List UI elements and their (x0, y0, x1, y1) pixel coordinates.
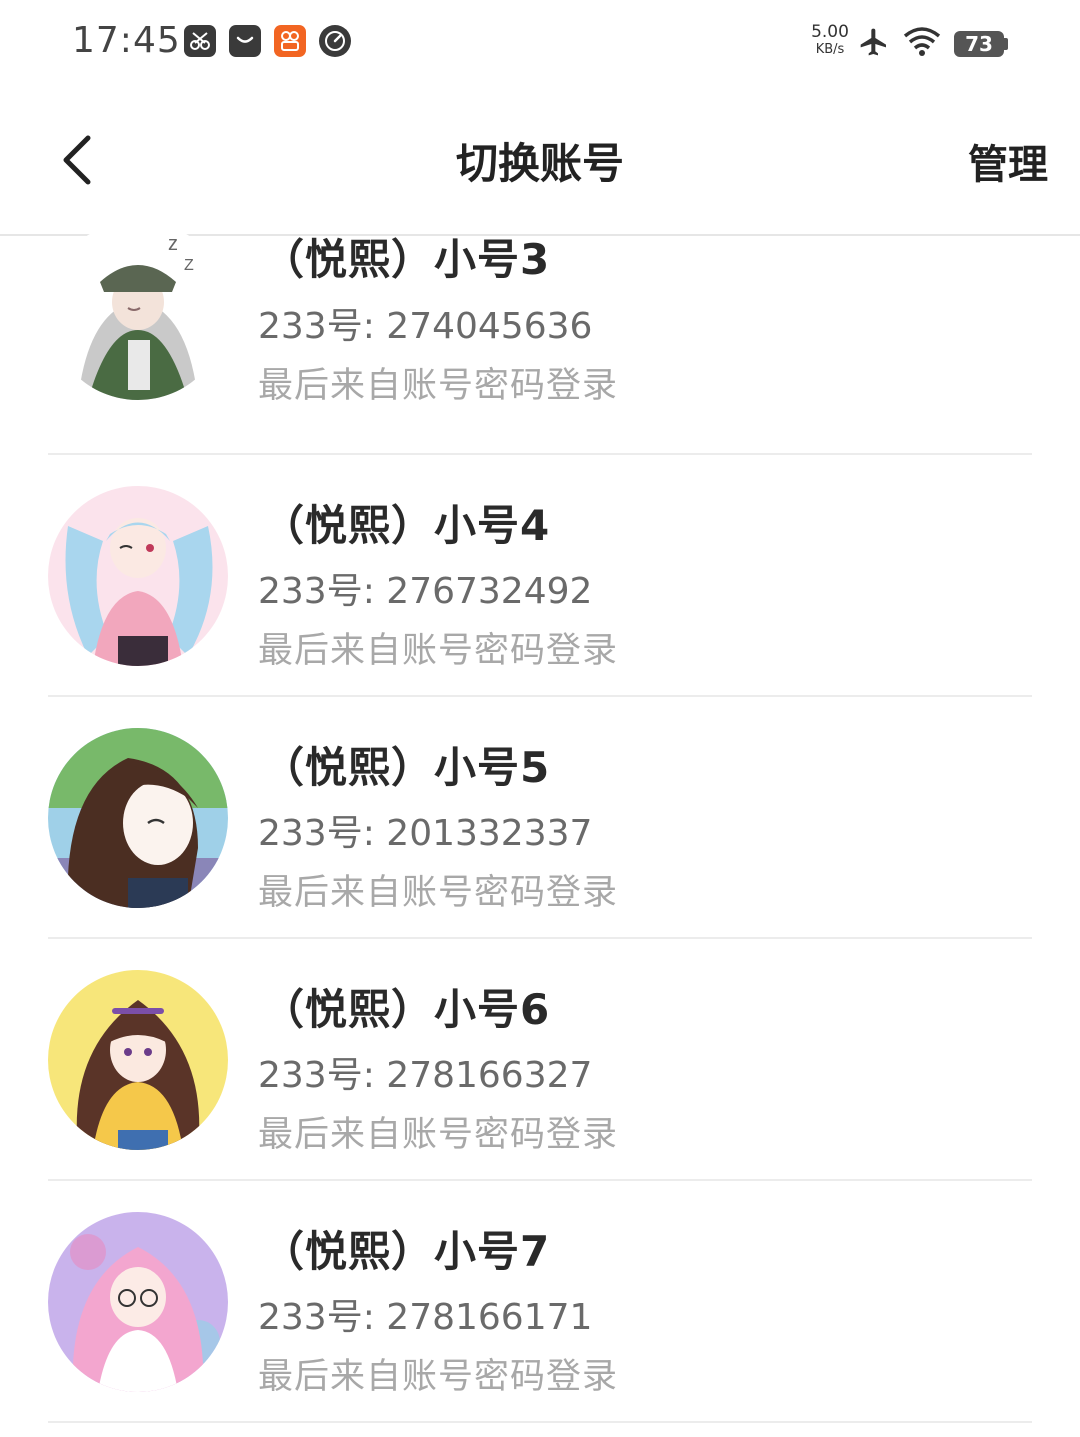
avatar: z Z (48, 220, 228, 400)
avatar (48, 728, 228, 908)
airplane-mode-icon (858, 26, 890, 62)
account-id: 233号: 276732492 (258, 571, 593, 612)
wifi-icon (902, 26, 942, 62)
account-item[interactable]: （悦熙）小号6 233号: 278166327 最后来自账号密码登录 (0, 939, 1080, 1181)
account-name: （悦熙）小号6 (262, 985, 551, 1034)
account-name: （悦熙）小号5 (262, 743, 551, 792)
avatar (48, 970, 228, 1150)
gauge-app-icon (319, 25, 351, 57)
login-method: 最后来自账号密码登录 (258, 1115, 619, 1155)
scissors-app-icon (184, 25, 216, 57)
login-method: 最后来自账号密码登录 (258, 1357, 619, 1397)
svg-text:Z: Z (184, 257, 194, 274)
account-item[interactable]: （悦熙）小号7 233号: 278166171 最后来自账号密码登录 (0, 1181, 1080, 1423)
avatar (48, 486, 228, 666)
account-id: 233号: 278166171 (258, 1297, 593, 1338)
account-item[interactable]: （悦熙）小号5 233号: 201332337 最后来自账号密码登录 (0, 697, 1080, 939)
status-bar: 17:45 5.00 KB/s 73 (0, 0, 1080, 90)
account-name: （悦熙）小号7 (262, 1227, 551, 1276)
account-id: 233号: 278166327 (258, 1055, 593, 1096)
battery-cap (1004, 38, 1008, 50)
divider (48, 1421, 1032, 1423)
account-id: 233号: 274045636 (258, 306, 593, 347)
battery-icon: 73 (954, 31, 1004, 57)
bag-app-icon (229, 25, 261, 57)
login-method: 最后来自账号密码登录 (258, 873, 619, 913)
network-speed: 5.00 KB/s (811, 22, 849, 57)
login-method: 最后来自账号密码登录 (258, 366, 619, 406)
page-title: 切换账号 (455, 139, 624, 188)
account-name: （悦熙）小号3 (262, 235, 551, 284)
video-app-icon (274, 25, 306, 57)
manage-button[interactable]: 管理 (968, 132, 1048, 190)
avatar (48, 1212, 228, 1392)
account-name: （悦熙）小号4 (262, 501, 551, 550)
svg-text:z: z (168, 233, 178, 255)
status-time: 17:45 (72, 20, 181, 61)
account-item[interactable]: （悦熙）小号4 233号: 276732492 最后来自账号密码登录 (0, 455, 1080, 697)
account-item[interactable]: z Z （悦熙）小号3 233号: 274045636 最后来自账号密码登录 (0, 213, 1080, 455)
login-method: 最后来自账号密码登录 (258, 631, 619, 671)
account-id: 233号: 201332337 (258, 813, 593, 854)
